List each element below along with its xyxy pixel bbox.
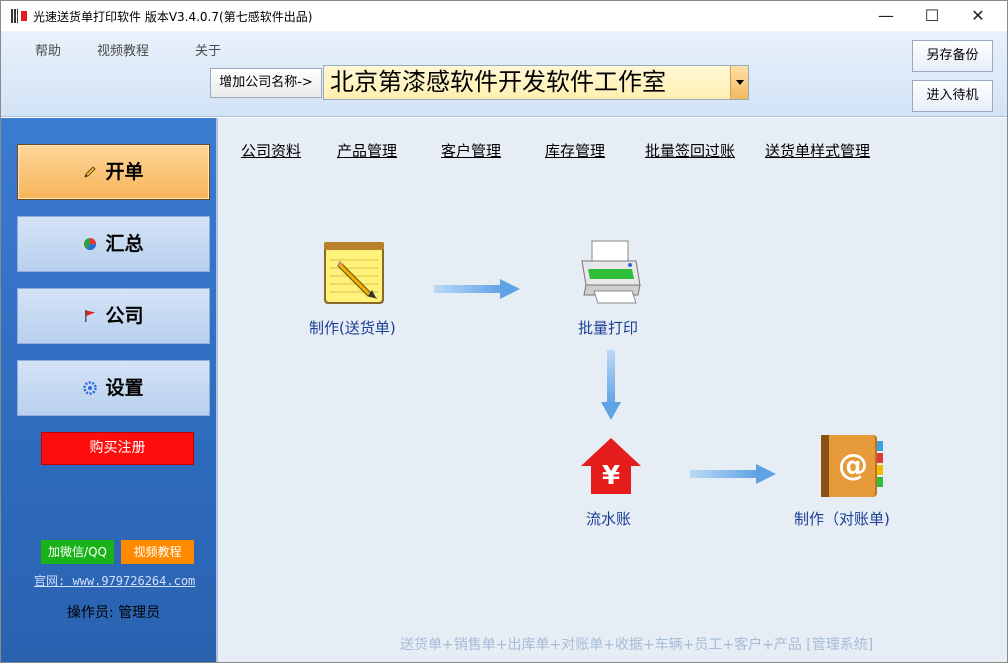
save-backup-button[interactable]: 另存备份 [912, 40, 993, 72]
make-statement-label[interactable]: 制作（对账单) [794, 508, 890, 529]
arrow-right-icon [690, 464, 776, 484]
nav-label: 开单 [105, 161, 144, 183]
main-panel: 公司资料 产品管理 客户管理 库存管理 批量签回过账 送货单样式管理 制作(送货… [216, 118, 1007, 662]
yen-house-icon[interactable]: ¥ [579, 436, 643, 496]
buy-register-button[interactable]: 购买注册 [41, 432, 194, 465]
nav-company[interactable]: 公司 [17, 288, 210, 344]
journal-label[interactable]: 流水账 [586, 508, 631, 529]
menu-help[interactable]: 帮助 [35, 40, 61, 59]
maximize-button[interactable]: ☐ [909, 1, 955, 31]
app-logo-icon [11, 9, 27, 23]
minimize-button[interactable]: — [863, 1, 909, 31]
link-inventory-management[interactable]: 库存管理 [545, 140, 605, 161]
nav-label: 汇总 [105, 233, 144, 255]
header: 帮助 视频教程 关于 增加公司名称-> 北京第漆感软件开发软件工作室 另存备份 … [1, 31, 1007, 117]
gear-icon [83, 381, 98, 395]
wechat-qq-button[interactable]: 加微信/QQ [41, 540, 114, 564]
nav-label: 设置 [105, 377, 144, 399]
arrow-down-icon [601, 350, 621, 420]
video-tutorial-button[interactable]: 视频教程 [121, 540, 194, 564]
nav-label: 公司 [105, 305, 144, 327]
menu-video-tutorial[interactable]: 视频教程 [97, 40, 149, 59]
flag-icon [85, 310, 96, 322]
address-book-icon[interactable]: @ [819, 433, 885, 499]
menu-about[interactable]: 关于 [195, 40, 221, 59]
website-link[interactable]: 官网: www.979726264.com [34, 572, 195, 589]
company-select[interactable]: 北京第漆感软件开发软件工作室 [323, 65, 749, 100]
link-customer-management[interactable]: 客户管理 [441, 140, 501, 161]
link-batch-signback[interactable]: 批量签回过账 [645, 140, 735, 161]
arrow-right-icon [434, 279, 520, 299]
standby-button[interactable]: 进入待机 [912, 80, 993, 112]
nav-create-order[interactable]: 开单 [17, 144, 210, 200]
printer-icon[interactable] [578, 239, 644, 305]
pie-chart-icon [84, 238, 97, 251]
link-delivery-style[interactable]: 送货单样式管理 [765, 140, 870, 161]
make-delivery-label[interactable]: 制作(送货单) [309, 317, 396, 338]
chevron-down-icon[interactable] [730, 66, 748, 99]
add-company-button[interactable]: 增加公司名称-> [210, 68, 322, 98]
app-window: 光速送货单打印软件 版本V3.4.0.7(第七感软件出品) — ☐ ✕ 帮助 视… [0, 0, 1008, 663]
notepad-pencil-icon[interactable] [322, 240, 386, 306]
title-bar: 光速送货单打印软件 版本V3.4.0.7(第七感软件出品) — ☐ ✕ [1, 1, 1007, 31]
link-product-management[interactable]: 产品管理 [337, 140, 397, 161]
nav-summary[interactable]: 汇总 [17, 216, 210, 272]
batch-print-label[interactable]: 批量打印 [578, 317, 638, 338]
window-title: 光速送货单打印软件 版本V3.4.0.7(第七感软件出品) [33, 10, 313, 24]
link-company-info[interactable]: 公司资料 [241, 140, 301, 161]
footer-text: 送货单+销售单+出库单+对账单+收据+车辆+员工+客户+产品 [管理系统] [400, 637, 874, 653]
svg-text:@: @ [838, 448, 868, 483]
sidebar: 开单 汇总 公司 设置 购买注册 加微信/QQ 视频教程 官网: www.979… [1, 118, 216, 662]
operator-label: 操作员: 管理员 [67, 605, 161, 621]
svg-text:¥: ¥ [602, 461, 620, 491]
nav-settings[interactable]: 设置 [17, 360, 210, 416]
pencil-icon [84, 166, 97, 178]
close-button[interactable]: ✕ [955, 1, 1001, 31]
